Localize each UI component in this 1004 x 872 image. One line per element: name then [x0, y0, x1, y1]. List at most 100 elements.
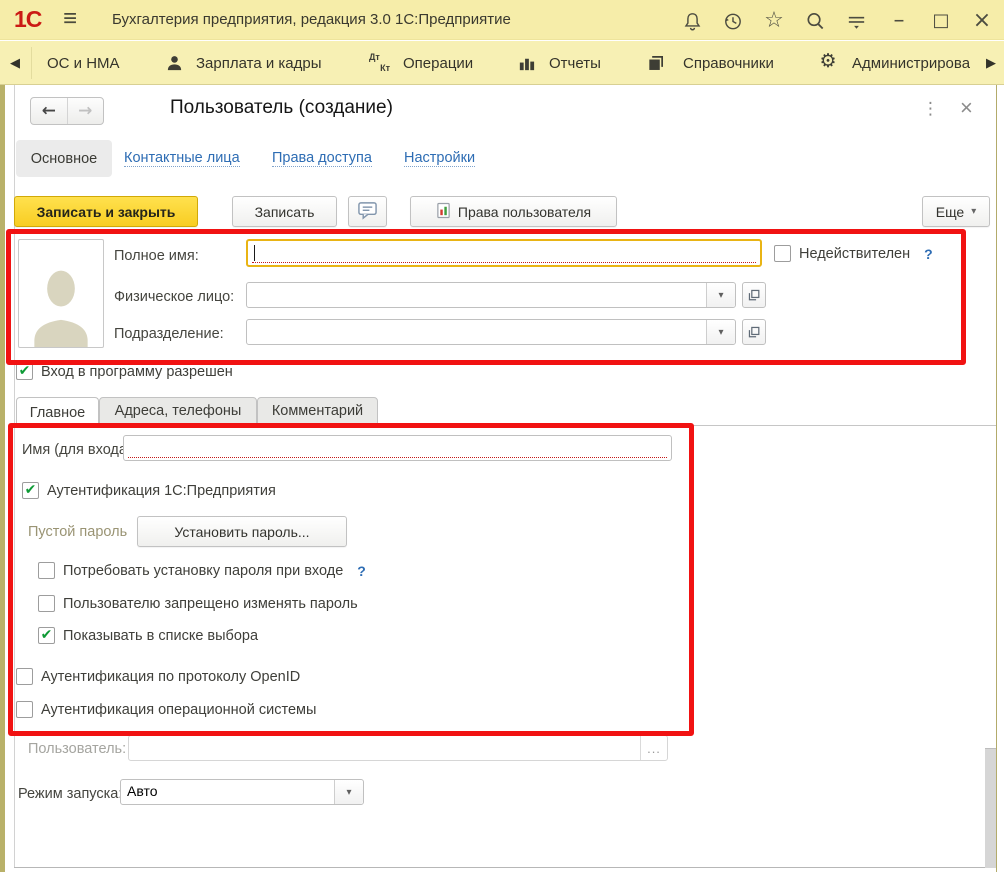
full-name-input[interactable] — [246, 239, 762, 267]
section-otchety[interactable]: Отчеты — [549, 41, 601, 85]
login-name-input[interactable] — [123, 435, 672, 461]
1c-logo: 1С — [14, 6, 41, 33]
os-user-pick-button[interactable]: ... — [640, 736, 667, 760]
auth-openid-checkbox[interactable] — [16, 668, 33, 685]
sections-scroll-left-icon[interactable]: ◀ — [10, 41, 20, 85]
quick-settings-icon[interactable] — [843, 8, 869, 34]
user-rights-label: Права пользователя — [458, 204, 591, 220]
department-dropdown-icon[interactable]: ▾ — [706, 320, 735, 344]
section-zarplata-i-kadry[interactable]: Зарплата и кадры — [196, 41, 322, 85]
window-edge-right — [996, 85, 997, 872]
save-close-button[interactable]: Записать и закрыть — [14, 196, 198, 227]
show-in-list-checkbox[interactable]: ✔ — [38, 627, 55, 644]
avatar[interactable] — [18, 239, 104, 348]
bar-chart-icon — [516, 53, 536, 73]
section-administrirovanie[interactable]: Администрирова — [852, 41, 970, 85]
person-input[interactable]: ▾ — [246, 282, 736, 308]
sections-scroll-right-icon[interactable]: ▶ — [986, 41, 996, 85]
forward-button[interactable]: → — [68, 98, 104, 124]
set-password-button[interactable]: Установить пароль... — [137, 516, 347, 547]
form-more-menu-icon[interactable]: ⋮ — [922, 99, 939, 119]
minimize-button[interactable]: – — [886, 8, 912, 34]
person-open-button[interactable] — [742, 282, 766, 308]
comment-button[interactable] — [348, 196, 387, 227]
tab-kommentarij[interactable]: Комментарий — [257, 397, 378, 425]
forbid-change-checkbox[interactable] — [38, 595, 55, 612]
window-edge-left — [0, 85, 5, 872]
auth-os-checkbox[interactable] — [16, 701, 33, 718]
invalid-row: Недействителен ? — [774, 245, 933, 262]
auth-1c-row: ✔ Аутентификация 1С:Предприятия — [22, 482, 276, 499]
main-menu-icon[interactable]: ≡ — [63, 5, 77, 33]
form-bottom-border — [14, 867, 996, 868]
department-open-button[interactable] — [742, 319, 766, 345]
tab-nastrojki[interactable]: Настройки — [404, 150, 475, 167]
open-list-icon — [747, 288, 761, 302]
section-os-i-nma[interactable]: ОС и НМА — [47, 41, 120, 85]
login-allowed-label: Вход в программу разрешен — [41, 364, 233, 380]
auth-os-row: Аутентификация операционной системы — [16, 701, 316, 718]
run-mode-select[interactable]: Авто ▾ — [120, 779, 364, 805]
form-title: Пользователь (создание) — [170, 97, 393, 119]
run-mode-dropdown-icon[interactable]: ▾ — [334, 780, 363, 804]
full-name-label: Полное имя: — [114, 248, 199, 264]
search-icon[interactable] — [802, 8, 828, 34]
run-mode-label: Режим запуска: — [18, 786, 122, 802]
require-password-row: Потребовать установку пароля при входе ? — [38, 562, 366, 579]
open-list-icon — [747, 325, 761, 339]
tab-osnovnoe[interactable]: Основное — [16, 140, 112, 177]
invalid-label: Недействителен — [799, 246, 910, 262]
auth-openid-row: Аутентификация по протоколу OpenID — [16, 668, 300, 685]
close-button[interactable]: × — [969, 8, 995, 34]
invalid-help-link[interactable]: ? — [924, 246, 933, 262]
invalid-checkbox[interactable] — [774, 245, 791, 262]
titlebar: 1С ≡ Бухгалтерия предприятия, редакция 3… — [0, 0, 1004, 40]
pages-icon — [645, 53, 665, 73]
require-password-label: Потребовать установку пароля при входе — [63, 563, 343, 579]
app-window: 1С ≡ Бухгалтерия предприятия, редакция 3… — [0, 0, 1004, 872]
favorites-star-icon[interactable]: ☆ — [761, 8, 787, 34]
app-title: Бухгалтерия предприятия, редакция 3.0 1С… — [112, 11, 511, 28]
section-spravochniki[interactable]: Справочники — [683, 41, 774, 85]
notifications-bell-icon[interactable] — [679, 8, 705, 34]
gear-icon: ⚙ — [818, 51, 838, 71]
maximize-button[interactable]: □ — [928, 8, 954, 34]
person-dropdown-icon[interactable]: ▾ — [706, 283, 735, 307]
login-name-label: Имя (для входа): — [22, 442, 136, 458]
more-button[interactable]: Еще ▾ — [922, 196, 990, 227]
annotation-box-auth — [8, 423, 694, 736]
tab-kontaktnye-lica[interactable]: Контактные лица — [124, 150, 240, 167]
tab-content-border — [16, 425, 996, 426]
auth-1c-label: Аутентификация 1С:Предприятия — [47, 483, 276, 499]
auth-1c-checkbox[interactable]: ✔ — [22, 482, 39, 499]
history-nav-group: ← → — [30, 97, 104, 125]
login-allowed-checkbox[interactable]: ✔ — [16, 363, 33, 380]
more-label: Еще — [936, 204, 965, 220]
person-silhouette-icon — [30, 265, 92, 347]
os-user-label: Пользователь: — [28, 741, 126, 757]
user-rights-button[interactable]: Права пользователя — [410, 196, 617, 227]
tab-glavnoe[interactable]: Главное — [16, 397, 99, 427]
os-user-input[interactable]: ... — [128, 735, 668, 761]
back-button[interactable]: ← — [31, 98, 68, 124]
show-in-list-row: ✔ Показывать в списке выбора — [38, 627, 258, 644]
empty-password-label: Пустой пароль — [28, 524, 127, 540]
department-input[interactable]: ▾ — [246, 319, 736, 345]
save-button[interactable]: Записать — [232, 196, 337, 227]
tab-prava-dostupa[interactable]: Права доступа — [272, 150, 372, 167]
sections-bar: ◀ ОС и НМА Зарплата и кадры ДтКт Операци… — [0, 41, 1004, 85]
department-field-label: Подразделение: — [114, 326, 224, 342]
dtkt-icon: ДтКт — [368, 52, 390, 74]
text-caret — [254, 245, 255, 261]
scrollbar[interactable] — [985, 748, 996, 868]
tab-adresa-telefony[interactable]: Адреса, телефоны — [99, 397, 257, 425]
person-icon — [164, 53, 184, 73]
require-password-help-link[interactable]: ? — [357, 563, 366, 579]
require-password-checkbox[interactable] — [38, 562, 55, 579]
forbid-change-label: Пользователю запрещено изменять пароль — [63, 596, 358, 612]
chevron-down-icon: ▾ — [971, 206, 976, 217]
divider — [31, 47, 32, 79]
form-close-icon[interactable]: × — [960, 95, 973, 121]
history-icon[interactable] — [719, 8, 745, 34]
section-operacii[interactable]: Операции — [403, 41, 473, 85]
